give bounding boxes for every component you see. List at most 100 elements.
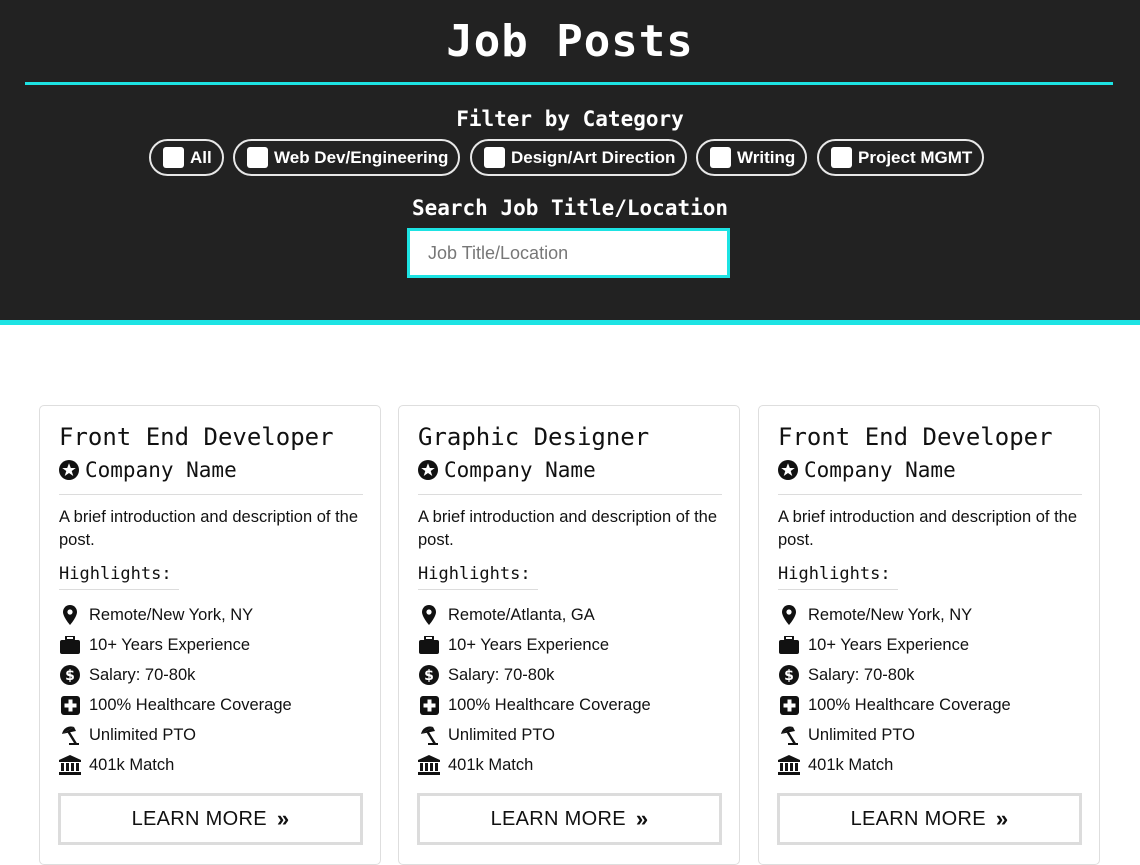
checkbox[interactable] <box>831 147 852 168</box>
category-label: All <box>190 147 212 167</box>
highlight-item: 401k Match <box>418 750 651 780</box>
bank-icon <box>778 755 800 775</box>
company-name: Company Name <box>444 458 596 482</box>
highlight-text: Remote/Atlanta, GA <box>448 605 595 624</box>
category-filter-writing[interactable]: Writing <box>696 139 808 176</box>
job-title: Graphic Designer <box>418 423 650 451</box>
job-card: Front End Developer Company Name A brief… <box>758 405 1100 865</box>
checkbox[interactable] <box>710 147 731 168</box>
button-label: LEARN MORE <box>490 807 626 830</box>
highlight-text: Unlimited PTO <box>89 725 196 744</box>
highlight-item: 100% Healthcare Coverage <box>418 690 651 720</box>
highlight-item: Remote/New York, NY <box>59 600 292 630</box>
dollar-icon: $ <box>418 665 440 685</box>
highlight-text: Unlimited PTO <box>808 725 915 744</box>
medical-plus-icon <box>418 695 440 715</box>
button-label: LEARN MORE <box>850 807 986 830</box>
learn-more-button[interactable]: LEARN MORE » <box>417 793 722 845</box>
search-label: Search Job Title/Location <box>411 196 729 220</box>
svg-text:$: $ <box>65 668 75 684</box>
search-input[interactable] <box>407 228 730 278</box>
job-description: A brief introduction and description of … <box>778 508 1078 549</box>
category-label: Writing <box>737 147 796 167</box>
job-card: Front End Developer Company Name A brief… <box>39 405 381 865</box>
double-chevron-right-icon: » <box>995 806 1009 831</box>
job-card: Graphic Designer Company Name A brief in… <box>398 405 740 865</box>
double-chevron-right-icon: » <box>635 806 649 831</box>
highlight-text: Salary: 70-80k <box>448 665 555 684</box>
divider <box>778 494 1082 495</box>
highlight-text: 401k Match <box>448 755 534 774</box>
highlight-item: Unlimited PTO <box>778 720 1011 750</box>
highlight-item: Unlimited PTO <box>418 720 651 750</box>
highlight-item: 100% Healthcare Coverage <box>59 690 292 720</box>
highlight-text: Remote/New York, NY <box>808 605 973 624</box>
medical-plus-icon <box>778 695 800 715</box>
highlight-item: 401k Match <box>59 750 292 780</box>
company-name: Company Name <box>85 458 237 482</box>
category-label: Design/Art Direction <box>511 147 676 167</box>
highlight-text: 10+ Years Experience <box>89 635 250 654</box>
title-divider <box>25 82 1113 85</box>
location-pin-icon <box>778 605 800 625</box>
category-filter-web-dev[interactable]: Web Dev/Engineering <box>233 139 461 176</box>
company-row: Company Name <box>418 458 596 482</box>
job-description: A brief introduction and description of … <box>59 508 359 549</box>
star-circle-icon <box>59 460 79 480</box>
divider <box>59 494 363 495</box>
category-label: Project MGMT <box>858 147 973 167</box>
highlight-item: Remote/Atlanta, GA <box>418 600 651 630</box>
highlights-list: Remote/Atlanta, GA 10+ Years Experience … <box>418 600 651 780</box>
highlight-text: 401k Match <box>89 755 175 774</box>
learn-more-button[interactable]: LEARN MORE » <box>777 793 1082 845</box>
highlight-text: 401k Match <box>808 755 894 774</box>
highlight-text: Unlimited PTO <box>448 725 555 744</box>
divider <box>418 589 538 590</box>
checkbox[interactable] <box>484 147 505 168</box>
highlight-text: 100% Healthcare Coverage <box>89 695 292 714</box>
highlight-item: $ Salary: 70-80k <box>59 660 292 690</box>
highlight-text: Salary: 70-80k <box>808 665 915 684</box>
umbrella-beach-icon <box>59 725 81 745</box>
highlights-list: Remote/New York, NY 10+ Years Experience… <box>59 600 292 780</box>
highlights-label: Highlights: <box>418 564 531 584</box>
double-chevron-right-icon: » <box>276 806 290 831</box>
category-filter-design[interactable]: Design/Art Direction <box>470 139 688 176</box>
filter-label: Filter by Category <box>456 107 684 131</box>
page-header: Job Posts Filter by Category All Web Dev… <box>0 0 1140 325</box>
highlight-item: 10+ Years Experience <box>59 630 292 660</box>
star-circle-icon <box>778 460 798 480</box>
briefcase-icon <box>418 635 440 655</box>
checkbox[interactable] <box>247 147 268 168</box>
company-row: Company Name <box>778 458 956 482</box>
highlight-item: 10+ Years Experience <box>418 630 651 660</box>
button-label: LEARN MORE <box>131 807 267 830</box>
briefcase-icon <box>778 635 800 655</box>
medical-plus-icon <box>59 695 81 715</box>
category-filter-all[interactable]: All <box>149 139 224 176</box>
highlight-item: Remote/New York, NY <box>778 600 1011 630</box>
checkbox[interactable] <box>163 147 184 168</box>
highlight-text: 10+ Years Experience <box>808 635 969 654</box>
learn-more-button[interactable]: LEARN MORE » <box>58 793 363 845</box>
divider <box>778 589 898 590</box>
highlight-item: Unlimited PTO <box>59 720 292 750</box>
company-row: Company Name <box>59 458 237 482</box>
highlight-item: 100% Healthcare Coverage <box>778 690 1011 720</box>
svg-text:$: $ <box>424 668 434 684</box>
highlight-text: Salary: 70-80k <box>89 665 196 684</box>
umbrella-beach-icon <box>778 725 800 745</box>
job-description: A brief introduction and description of … <box>418 508 718 549</box>
highlight-item: 401k Match <box>778 750 1011 780</box>
category-filter-project-mgmt[interactable]: Project MGMT <box>817 139 985 176</box>
job-title: Front End Developer <box>778 423 1053 451</box>
highlight-item: $ Salary: 70-80k <box>418 660 651 690</box>
highlight-item: $ Salary: 70-80k <box>778 660 1011 690</box>
highlights-label: Highlights: <box>59 564 172 584</box>
highlight-text: Remote/New York, NY <box>89 605 254 624</box>
highlight-text: 10+ Years Experience <box>448 635 609 654</box>
location-pin-icon <box>418 605 440 625</box>
highlights-list: Remote/New York, NY 10+ Years Experience… <box>778 600 1011 780</box>
location-pin-icon <box>59 605 81 625</box>
dollar-icon: $ <box>59 665 81 685</box>
